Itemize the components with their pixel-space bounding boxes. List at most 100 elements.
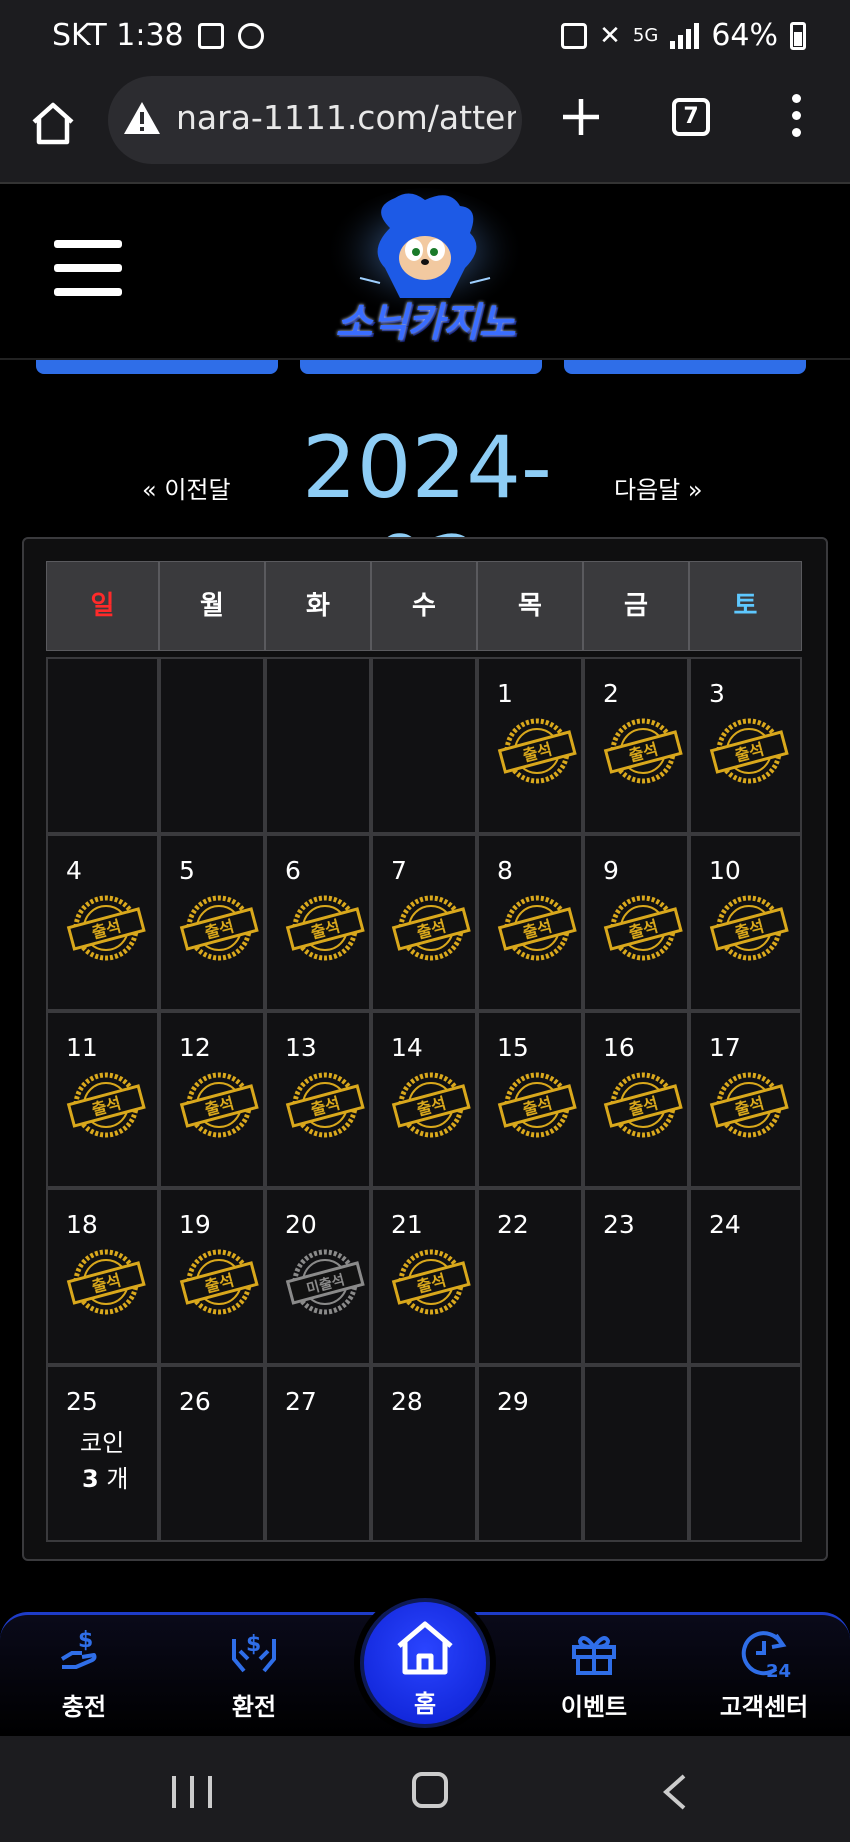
calendar-day-cell: 4 출석 xyxy=(46,834,159,1011)
attended-stamp: 출석 xyxy=(497,1072,577,1138)
weekday-header: 일 xyxy=(46,561,159,651)
carrier-time: SKT 1:38 xyxy=(52,18,184,53)
absent-stamp: 미출석 xyxy=(285,1249,365,1315)
attended-stamp: 출석 xyxy=(709,1072,789,1138)
day-number: 10 xyxy=(709,856,741,885)
calendar-day-cell: 1 출석 xyxy=(477,657,583,834)
attended-stamp: 출석 xyxy=(709,718,789,784)
day-number: 21 xyxy=(391,1210,423,1239)
home-icon xyxy=(397,1621,453,1675)
calendar-day-cell: 6 출석 xyxy=(265,834,371,1011)
system-home-icon[interactable] xyxy=(412,1772,448,1808)
calendar-day-cell: 14 출석 xyxy=(371,1011,477,1188)
weekday-header: 토 xyxy=(689,561,802,651)
calendar-day-cell: 10 출석 xyxy=(689,834,802,1011)
attended-stamp: 출석 xyxy=(391,895,471,961)
battery-percent: 64% xyxy=(711,18,778,53)
attended-stamp: 출석 xyxy=(497,718,577,784)
hamburger-menu-icon[interactable] xyxy=(54,240,122,300)
day-number: 12 xyxy=(179,1033,211,1062)
signal-icon xyxy=(670,22,700,49)
day-number: 17 xyxy=(709,1033,741,1062)
nav-withdraw[interactable]: $ 환전 xyxy=(194,1625,314,1735)
calendar-day-cell: 26 xyxy=(159,1365,265,1542)
calendar-day-cell xyxy=(265,657,371,834)
day-number: 1 xyxy=(497,679,513,708)
nav-deposit[interactable]: $ 충전 xyxy=(24,1625,144,1735)
warning-icon[interactable] xyxy=(122,100,162,136)
category-tab-1[interactable] xyxy=(36,360,278,374)
calendar-day-cell: 16 출석 xyxy=(583,1011,689,1188)
weekday-header: 수 xyxy=(371,561,477,651)
status-bar: SKT 1:38 ✕ 5G 64% xyxy=(0,0,850,76)
day-number: 25 xyxy=(66,1387,98,1416)
prev-month-link[interactable]: « 이전달 xyxy=(142,470,231,505)
calendar-day-cell: 24 xyxy=(689,1188,802,1365)
attended-stamp: 출석 xyxy=(66,1249,146,1315)
tab-switcher-button[interactable]: 7 xyxy=(672,98,710,136)
support-24-icon: 24 xyxy=(741,1631,791,1681)
month-navigation: « 이전달 2024-02 다음달 » xyxy=(0,418,850,618)
calendar-day-cell: 5 출석 xyxy=(159,834,265,1011)
attended-stamp: 출석 xyxy=(603,1072,683,1138)
category-tab-3[interactable] xyxy=(564,360,806,374)
day-number: 19 xyxy=(179,1210,211,1239)
calendar-day-cell: 21 출석 xyxy=(371,1188,477,1365)
calendar-day-cell xyxy=(583,1365,689,1542)
calendar-day-cell: 29 xyxy=(477,1365,583,1542)
calendar-day-cell xyxy=(159,657,265,834)
calendar-day-cell: 28 xyxy=(371,1365,477,1542)
day-number: 28 xyxy=(391,1387,423,1416)
day-number: 11 xyxy=(66,1033,98,1062)
day-number: 3 xyxy=(709,679,725,708)
cloud-icon xyxy=(237,22,264,49)
svg-text:$: $ xyxy=(246,1632,261,1657)
attended-stamp: 출석 xyxy=(66,1072,146,1138)
status-right: ✕ 5G 64% xyxy=(561,18,806,53)
site-logo[interactable]: 소닉카지노 xyxy=(300,188,550,356)
calendar-day-cell: 22 xyxy=(477,1188,583,1365)
calendar-day-cell: 3 출석 xyxy=(689,657,802,834)
calendar-day-cell: 9 출석 xyxy=(583,834,689,1011)
attended-stamp: 출석 xyxy=(179,1249,259,1315)
system-navigation xyxy=(0,1736,850,1842)
nav-event[interactable]: 이벤트 xyxy=(534,1625,654,1735)
day-number: 24 xyxy=(709,1210,741,1239)
day-number: 7 xyxy=(391,856,407,885)
day-number: 2 xyxy=(603,679,619,708)
svg-text:$: $ xyxy=(78,1628,93,1653)
browser-menu-icon[interactable] xyxy=(788,94,804,140)
weekday-header: 월 xyxy=(159,561,265,651)
day-number: 29 xyxy=(497,1387,529,1416)
day-number: 16 xyxy=(603,1033,635,1062)
day-number: 13 xyxy=(285,1033,317,1062)
battery-icon xyxy=(790,21,806,50)
next-month-link[interactable]: 다음달 » xyxy=(614,470,703,505)
category-tab-2[interactable] xyxy=(300,360,542,374)
nav-support-label: 고객센터 xyxy=(719,1693,809,1721)
gallery-icon xyxy=(197,22,224,49)
nav-home-label: 홈 xyxy=(413,1690,437,1718)
nav-home[interactable]: 홈 xyxy=(360,1598,490,1728)
browser-toolbar: nara-1111.com/atten 7 xyxy=(0,76,850,184)
calendar-day-cell xyxy=(371,657,477,834)
address-bar[interactable]: nara-1111.com/atten xyxy=(108,76,522,164)
nav-support[interactable]: 24 고객센터 xyxy=(704,1625,824,1735)
svg-text:24: 24 xyxy=(766,1661,791,1681)
day-number: 22 xyxy=(497,1210,529,1239)
withdraw-icon: $ xyxy=(232,1632,276,1673)
browser-home-icon[interactable] xyxy=(28,98,78,148)
day-number: 4 xyxy=(66,856,82,885)
day-number: 27 xyxy=(285,1387,317,1416)
attended-stamp: 출석 xyxy=(709,895,789,961)
attended-stamp: 출석 xyxy=(497,895,577,961)
calendar-day-cell xyxy=(46,657,159,834)
day-number: 18 xyxy=(66,1210,98,1239)
recent-apps-icon[interactable] xyxy=(172,1776,212,1808)
coin-unit: 개 xyxy=(106,1465,129,1493)
attended-stamp: 출석 xyxy=(391,1249,471,1315)
back-icon[interactable] xyxy=(656,1772,696,1812)
weekday-header: 목 xyxy=(477,561,583,651)
new-tab-icon[interactable] xyxy=(560,96,602,138)
coin-amount: 3 xyxy=(82,1465,99,1493)
